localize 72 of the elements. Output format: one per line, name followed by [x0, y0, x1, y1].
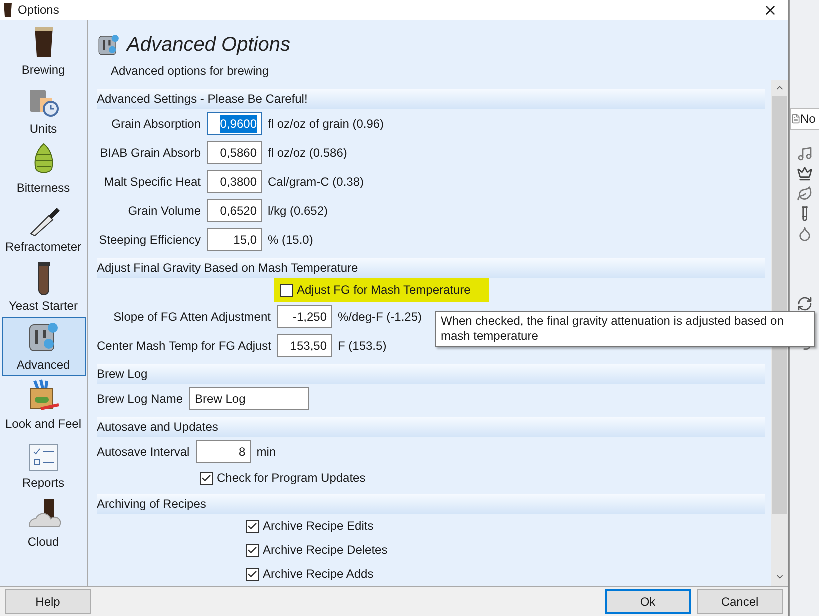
checkbox[interactable]: [246, 544, 259, 556]
field-label: Steeping Efficiency: [98, 232, 201, 248]
sidebar-item[interactable]: Advanced: [2, 317, 86, 376]
number-field[interactable]: 153,50: [277, 334, 332, 357]
refresh-icon[interactable]: [796, 296, 812, 312]
beer-glass-icon: [32, 25, 54, 59]
section-header: Autosave and Updates: [97, 417, 765, 437]
checkbox-option[interactable]: Archive Recipe Adds: [240, 562, 392, 586]
background-tab[interactable]: No: [790, 108, 819, 130]
section-header: Archiving of Recipes: [97, 494, 765, 514]
cancel-button[interactable]: Cancel: [697, 589, 783, 614]
field-label: Autosave Interval: [97, 444, 190, 460]
help-button[interactable]: Help: [5, 589, 91, 614]
scroll-thumb[interactable]: [772, 96, 787, 514]
drop-icon[interactable]: [796, 226, 812, 242]
unit-label: %/deg-F (-1.25): [338, 308, 422, 326]
tooltip: When checked, the final gravity attenuation is adjusted based on mash temperature: [435, 311, 815, 347]
field-label: Grain Absorption: [110, 116, 201, 132]
leaf-icon[interactable]: [796, 186, 812, 202]
unit-label: fl oz/oz of grain (0.96): [268, 116, 384, 132]
checkbox[interactable]: [246, 520, 259, 532]
section-header: Brew Log: [97, 364, 765, 384]
page-subtitle: Advanced options for brewing: [110, 63, 270, 80]
unit-label: fl oz/oz (0.586): [268, 144, 348, 162]
text-field[interactable]: Brew Log: [189, 387, 310, 410]
section-header: Adjust Final Gravity Based on Mash Temperature: [97, 258, 765, 278]
field-label: Grain Volume: [127, 202, 201, 220]
crown-icon[interactable]: [796, 166, 812, 182]
sidebar-item[interactable]: Bitterness: [2, 140, 86, 199]
number-field[interactable]: 0,6520: [207, 199, 262, 222]
field-label: Center Mash Temp for FG Adjust: [97, 338, 271, 354]
number-field[interactable]: 0,9600: [207, 112, 262, 135]
sidebar-item[interactable]: Brewing: [2, 22, 86, 81]
checkbox-option[interactable]: Adjust FG for Mash Temperature: [274, 278, 489, 302]
unit-label: % (15.0): [268, 232, 314, 248]
checkbox-option[interactable]: Archive Recipe Edits: [240, 514, 392, 538]
page-title: Advanced Options: [127, 32, 290, 58]
sidebar-item[interactable]: Cloud: [2, 494, 86, 553]
unit-label: min: [256, 444, 276, 460]
scrollbar[interactable]: [771, 80, 788, 586]
sidebar-item[interactable]: Units: [2, 81, 86, 140]
unit-label: Cal/gram-C (0.38): [268, 174, 364, 190]
number-field[interactable]: 0,3800: [207, 170, 262, 193]
gear-link-icon: [26, 320, 60, 354]
ok-button[interactable]: Ok: [605, 589, 691, 614]
sidebar-item[interactable]: Yeast Starter: [2, 258, 86, 317]
document-icon: [790, 114, 800, 124]
sidebar-item[interactable]: Look and Feel: [2, 376, 86, 435]
number-field[interactable]: 15,0: [207, 228, 262, 251]
number-field[interactable]: 0,5860: [207, 141, 262, 164]
number-field[interactable]: 8: [196, 440, 251, 463]
checkbox[interactable]: [200, 472, 213, 484]
sidebar-item[interactable]: Refractometer: [2, 199, 86, 258]
section-header: Advanced Settings - Please Be Careful!: [97, 89, 765, 109]
checkbox[interactable]: [246, 568, 259, 580]
number-field[interactable]: -1,250: [277, 305, 332, 328]
field-label: Malt Specific Heat: [103, 174, 201, 190]
window-title: Options: [18, 2, 60, 19]
gear-link-icon: [97, 32, 121, 57]
checkbox-option[interactable]: Archive Recipe Deletes: [240, 538, 406, 562]
field-label: Brew Log Name: [97, 390, 184, 408]
field-label: Slope of FG Atten Adjustment: [112, 308, 271, 326]
beer-glass-icon: [4, 3, 12, 17]
unit-label: F (153.5): [338, 338, 387, 354]
test-tube-icon: [36, 261, 50, 295]
checkbox-option[interactable]: Check for Program Updates: [194, 466, 384, 490]
sidebar-item[interactable]: Reports: [2, 435, 86, 494]
note-icon[interactable]: [796, 146, 812, 162]
field-label: BIAB Grain Absorb: [99, 144, 201, 162]
checklist-icon: [28, 444, 58, 472]
checkbox[interactable]: [280, 284, 293, 296]
unit-label: l/kg (0.652): [268, 202, 328, 220]
